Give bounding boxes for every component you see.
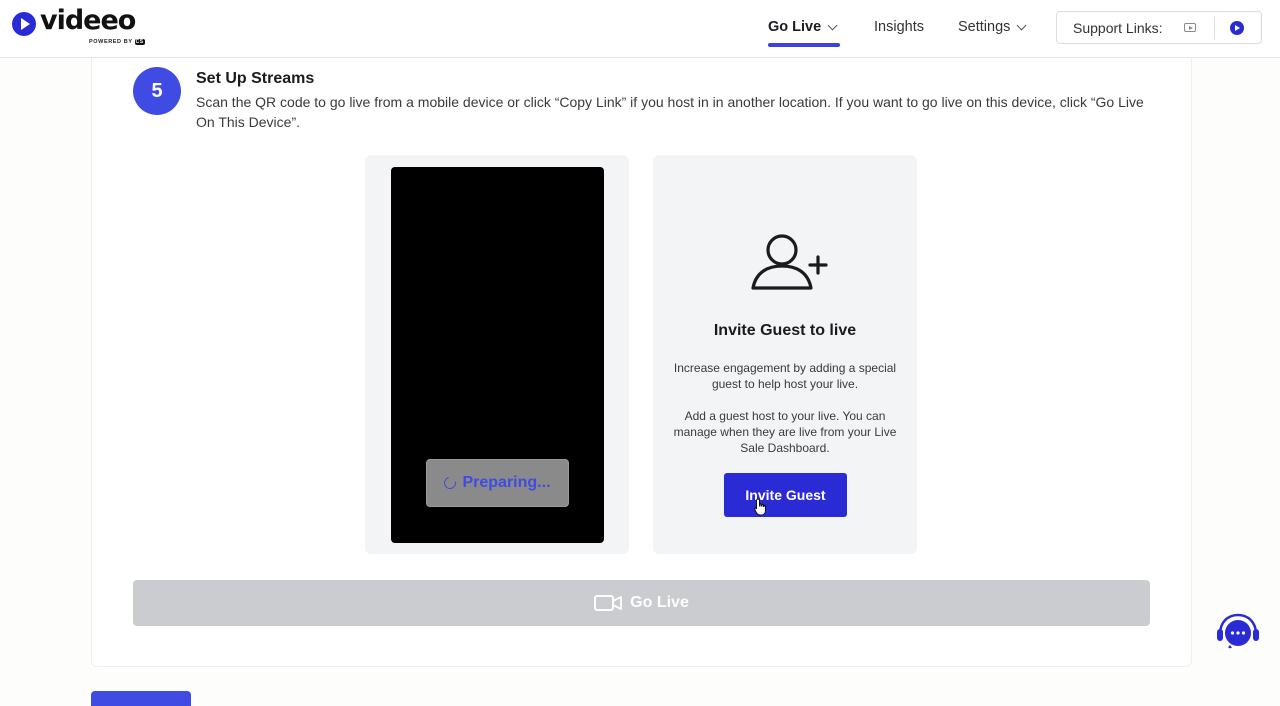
chevron-down-icon (1016, 20, 1027, 30)
next-step-button[interactable] (91, 691, 191, 706)
go-live-button[interactable]: Go Live (133, 580, 1150, 626)
nav-settings-label: Settings (958, 19, 1011, 35)
nav-go-live[interactable]: Go Live (768, 19, 838, 35)
step-title: Set Up Streams (196, 70, 315, 87)
youtube-icon[interactable] (1184, 23, 1196, 32)
preparing-label: Preparing... (462, 474, 551, 491)
hand-cursor-icon (754, 498, 766, 516)
camera-icon (594, 595, 623, 611)
invite-guest-title: Invite Guest to live (713, 322, 857, 339)
setup-card (91, 58, 1192, 667)
spinner-icon (442, 474, 459, 492)
step-number-badge: 5 (133, 67, 181, 115)
support-divider (1214, 17, 1215, 39)
videeo-icon[interactable] (1230, 21, 1244, 35)
nav-insights-label: Insights (874, 19, 924, 35)
nav-go-live-label: Go Live (768, 19, 822, 35)
videeo-logo[interactable]: videeo POWERED BY CS (12, 5, 152, 49)
nav-settings[interactable]: Settings (958, 19, 1027, 35)
support-links-box: Support Links: (1056, 11, 1262, 44)
logo-wordmark: videeo (40, 5, 136, 36)
chat-support-icon[interactable] (1216, 612, 1260, 652)
top-navigation-bar: videeo POWERED BY CS Go Live Insights Set… (0, 0, 1280, 58)
invite-guest-note: Add a guest host to your live. You can m… (673, 409, 897, 455)
user-plus-icon (751, 234, 828, 290)
invite-guest-button[interactable]: Invite Guest (724, 473, 847, 517)
nav-active-indicator (768, 43, 840, 47)
support-links-label: Support Links: (1073, 20, 1163, 36)
play-logo-icon (12, 12, 36, 36)
step-description: Scan the QR code to go live from a mobil… (196, 94, 1144, 130)
go-live-label: Go Live (630, 594, 689, 611)
chevron-down-icon (827, 20, 838, 30)
logo-tagline: POWERED BY CS (89, 39, 145, 45)
invite-guest-description: Increase engagement by adding a special … (673, 361, 897, 391)
nav-insights[interactable]: Insights (874, 19, 924, 35)
preparing-button[interactable]: Preparing... (426, 459, 569, 507)
